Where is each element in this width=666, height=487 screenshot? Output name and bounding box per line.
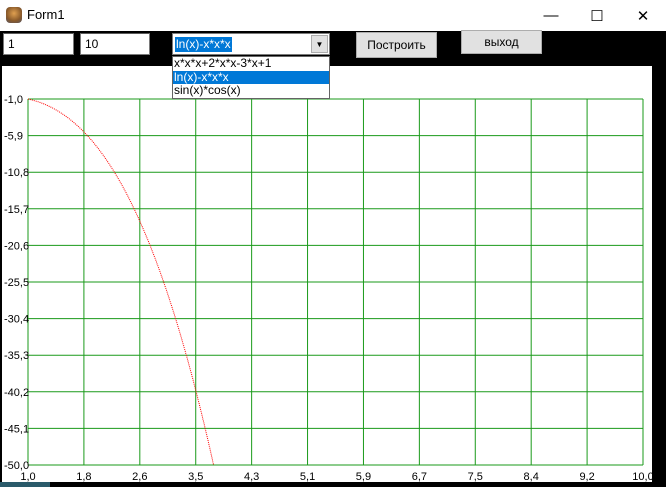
x-tick-label: 9,2 [579,471,594,482]
plot-area: 1,0 1,8 2,6 3,5 4,3 5,1 5,9 6,7 7,5 8,4 9,2 10,0 -1,… [2,66,652,482]
x-tick-label: 3,5 [188,471,203,482]
x-tick-label: 1,8 [76,471,91,482]
title-bar: Form1 — ☐ ✕ [0,0,666,31]
y-tick-label: -20,6 [4,240,29,252]
taskbar-strip [0,482,50,487]
function-select[interactable]: ln(x)-x*x*x ▼ [172,33,330,55]
x-tick-label: 6,7 [412,471,427,482]
x-tick-label: 7,5 [468,471,483,482]
y-tick-label: -25,5 [4,277,29,289]
y-tick-label: -30,4 [4,314,29,326]
function-dropdown-list: x*x*x+2*x*x-3*x+1 ln(x)-x*x*x sin(x)*cos… [172,56,330,99]
y-tick-label: -15,7 [4,204,29,216]
x-tick-label: 5,1 [300,471,315,482]
y-tick-label: -1,0 [4,94,23,106]
y-tick-label: -10,8 [4,167,29,179]
chevron-down-icon[interactable]: ▼ [311,35,328,53]
y-tick-label: -40,2 [4,387,29,399]
x-tick-label: 8,4 [524,471,539,482]
function-option[interactable]: x*x*x+2*x*x-3*x+1 [173,56,329,71]
x-tick-label: 1,0 [20,471,35,482]
close-button[interactable]: ✕ [620,0,666,31]
y-tick-label: -50,0 [4,460,29,472]
exit-button[interactable]: выход [461,30,542,54]
function-chart: 1,0 1,8 2,6 3,5 4,3 5,1 5,9 6,7 7,5 8,4 9,2 10,0 -1,… [4,94,652,482]
x-tick-label: 2,6 [132,471,147,482]
x-tick-label: 4,3 [244,471,259,482]
y-tick-label: -45,1 [4,423,29,435]
function-option[interactable]: ln(x)-x*x*x [173,70,329,85]
build-button[interactable]: Построить [356,32,437,58]
app-icon [6,7,22,23]
minimize-button[interactable]: — [528,0,574,31]
x-to-input[interactable]: 10 [80,33,150,55]
window-title: Form1 [27,7,65,22]
function-selected-value: ln(x)-x*x*x [175,37,232,52]
x-tick-label: 5,9 [356,471,371,482]
function-option[interactable]: sin(x)*cos(x) [173,84,329,98]
x-tick-label: 10,0 [632,471,652,482]
maximize-button[interactable]: ☐ [574,0,620,31]
x-from-input[interactable]: 1 [3,33,74,55]
y-tick-label: -5,9 [4,131,23,143]
y-tick-label: -35,3 [4,350,29,362]
